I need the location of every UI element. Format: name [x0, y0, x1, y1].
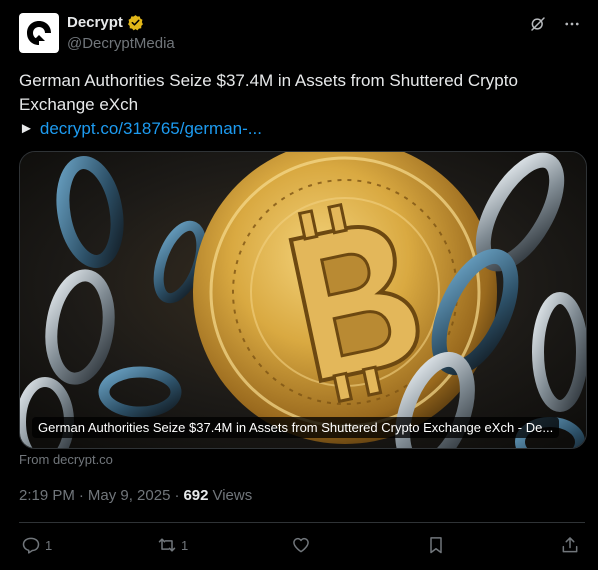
author-name-row: Decrypt [67, 14, 144, 31]
card-caption: German Authorities Seize $37.4M in Asset… [32, 417, 560, 438]
card-source[interactable]: From decrypt.co [19, 452, 113, 467]
reply-count: 1 [45, 537, 53, 553]
tweet: Decrypt @DecryptMedia German Authorities… [0, 0, 598, 570]
bookmark-icon [430, 537, 442, 554]
action-bar: 1 1 [19, 535, 585, 561]
tweet-link-line: ► decrypt.co/318765/german-... [19, 117, 262, 141]
views-count: 692 [183, 487, 209, 504]
link-preview-card[interactable]: German Authorities Seize $37.4M in Asset… [19, 151, 587, 449]
grok-icon [531, 17, 545, 31]
reply-button[interactable]: 1 [21, 535, 52, 555]
bitcoin-chain-image [20, 152, 586, 448]
tweet-date[interactable]: May 9, 2025 [88, 487, 171, 504]
like-icon [293, 537, 309, 553]
tweet-meta: 2:19 PM · May 9, 2025 · 692 Views [19, 487, 252, 504]
meta-separator: · [174, 487, 180, 504]
author-handle[interactable]: @DecryptMedia [67, 35, 175, 52]
tweet-text: German Authorities Seize $37.4M in Asset… [19, 71, 518, 114]
author-display-name[interactable]: Decrypt [67, 14, 123, 31]
repost-count: 1 [181, 537, 189, 553]
share-button[interactable] [560, 535, 580, 555]
decrypt-logo-icon [27, 21, 51, 45]
bookmark-button[interactable] [426, 535, 446, 555]
views-label: Views [212, 487, 253, 504]
grok-button[interactable] [528, 14, 548, 34]
repost-icon [158, 538, 176, 552]
like-button[interactable] [291, 535, 311, 555]
divider [19, 522, 585, 523]
repost-button[interactable]: 1 [157, 535, 188, 555]
tweet-time[interactable]: 2:19 PM [19, 487, 75, 504]
tweet-link[interactable]: decrypt.co/318765/german-... [40, 117, 262, 141]
link-arrow-glyph: ► [19, 120, 34, 137]
share-icon [562, 537, 578, 553]
more-button[interactable] [562, 14, 582, 34]
reply-icon [22, 537, 40, 554]
more-icon [565, 22, 579, 26]
verified-badge-icon[interactable] [127, 14, 144, 31]
header-actions [528, 14, 582, 34]
meta-separator: · [78, 487, 84, 504]
avatar[interactable] [19, 13, 59, 53]
